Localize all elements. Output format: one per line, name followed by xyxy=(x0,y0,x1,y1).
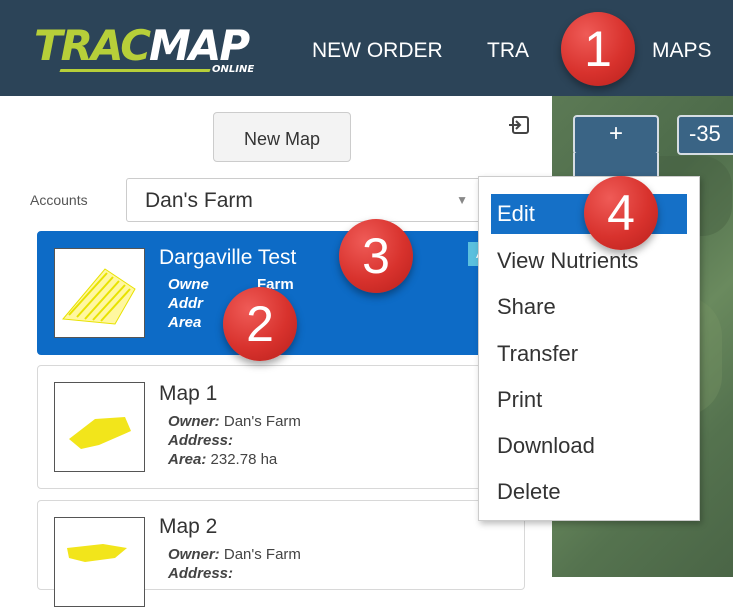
address-label: Address: xyxy=(168,565,234,582)
area-value: 232.78 ha xyxy=(210,451,278,468)
collapse-sidebar-icon[interactable] xyxy=(508,115,530,135)
owner-value: Dan's Farm xyxy=(223,413,301,430)
logo-wordmark: TRACMAP xyxy=(34,21,250,70)
logo-underline xyxy=(59,69,211,72)
owner-value: Dan's Farm xyxy=(223,546,301,563)
area-label: Area xyxy=(168,314,202,331)
owner-label: Owner: xyxy=(168,546,220,563)
callout-badge-4: 4 xyxy=(584,176,658,250)
map-title: Map 1 xyxy=(159,382,218,405)
map-thumbnail xyxy=(54,517,145,607)
menu-item-delete[interactable]: Delete xyxy=(491,472,687,512)
logo-online-text: ONLINE xyxy=(212,64,255,75)
menu-item-download[interactable]: Download xyxy=(491,426,687,466)
nav-tracks[interactable]: TRA xyxy=(487,38,529,64)
map-address: Address: xyxy=(168,431,233,450)
coordinate-readout: -35 xyxy=(677,115,733,155)
address-label: Address: xyxy=(168,432,234,449)
nav-maps[interactable]: MAPS xyxy=(652,38,712,64)
callout-badge-1: 1 xyxy=(561,12,635,86)
nav-new-order[interactable]: NEW ORDER xyxy=(312,38,443,64)
logo-map-text: MAP xyxy=(149,21,250,70)
map-card-map-1[interactable]: Map 1 Owner: Dan's Farm Address: Area: 2… xyxy=(37,365,525,489)
address-label: Addr xyxy=(168,295,203,312)
map-area: Area xyxy=(168,313,201,332)
menu-item-view-nutrients[interactable]: View Nutrients xyxy=(491,241,687,281)
new-map-button[interactable]: New Map xyxy=(213,112,351,162)
callout-badge-3: 3 xyxy=(339,219,413,293)
owner-label: Owner: xyxy=(168,413,220,430)
menu-item-transfer[interactable]: Transfer xyxy=(491,334,687,374)
zoom-in-button[interactable]: + xyxy=(573,115,659,155)
map-title: Dargaville Test xyxy=(159,246,297,269)
map-owner: Owner: Dan's Farm xyxy=(168,545,301,564)
map-owner: Owner: Dan's Farm xyxy=(168,412,301,431)
owner-label: Owne xyxy=(168,276,209,293)
map-address: Address: xyxy=(168,564,233,583)
menu-item-print[interactable]: Print xyxy=(491,380,687,420)
map-address: Addr xyxy=(168,294,203,313)
area-label: Area: xyxy=(168,451,207,468)
accounts-label: Accounts xyxy=(30,192,88,208)
map-area: Area: 232.78 ha xyxy=(168,450,277,469)
map-thumbnail xyxy=(54,382,145,472)
map-thumbnail xyxy=(54,248,145,338)
accounts-select[interactable]: Dan's Farm ▼ xyxy=(126,178,481,222)
chevron-down-icon: ▼ xyxy=(456,193,468,207)
callout-badge-2: 2 xyxy=(223,287,297,361)
tracmap-logo[interactable]: TRACMAP ONLINE xyxy=(34,21,284,76)
logo-trac-text: TRAC xyxy=(34,21,151,70)
accounts-selected-value: Dan's Farm xyxy=(145,189,253,212)
menu-item-share[interactable]: Share xyxy=(491,287,687,327)
map-title: Map 2 xyxy=(159,515,218,538)
